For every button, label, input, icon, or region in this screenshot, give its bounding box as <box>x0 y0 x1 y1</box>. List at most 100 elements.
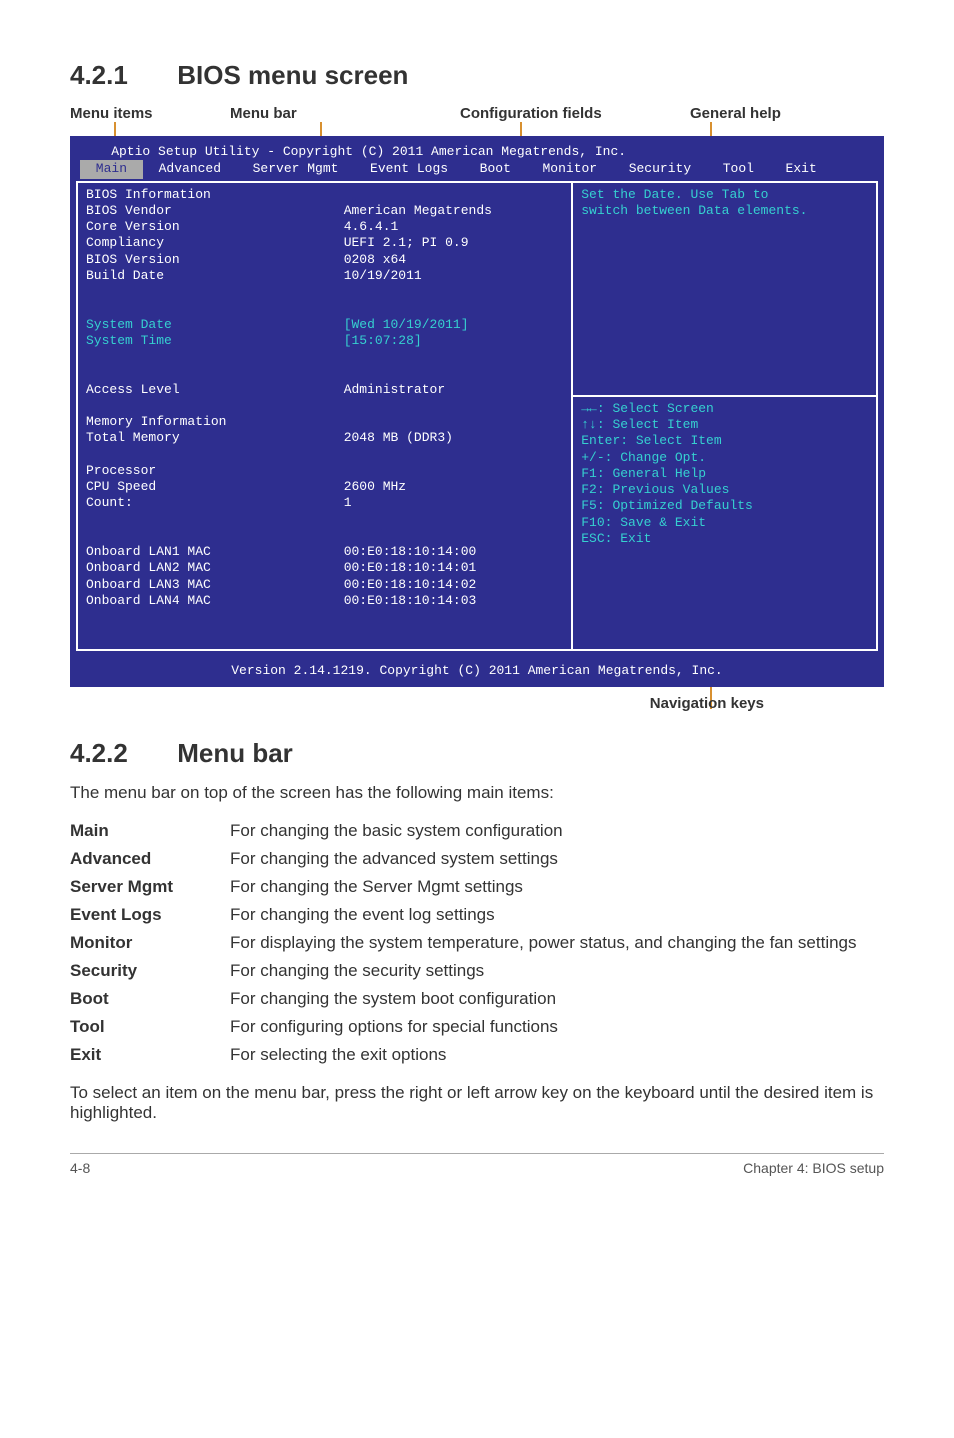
table-row: SecurityFor changing the security settin… <box>70 957 857 985</box>
callout-line-config <box>520 122 522 136</box>
bios-row-value <box>344 512 564 528</box>
help-nav-line: Enter: Select Item <box>581 433 868 449</box>
label-menu-bar: Menu bar <box>230 105 460 122</box>
menu-desc: For displaying the system temperature, p… <box>230 929 857 957</box>
bios-row-value <box>344 398 564 414</box>
section-title-2: Menu bar <box>177 738 293 768</box>
bios-row: BIOS Version0208 x64 <box>86 252 563 268</box>
menu-name: Exit <box>70 1041 230 1069</box>
bios-row-key: Build Date <box>86 268 344 284</box>
bios-row: System Time[15:07:28] <box>86 333 563 349</box>
bios-row-value: 2600 MHz <box>344 479 564 495</box>
outro-text: To select an item on the menu bar, press… <box>70 1083 884 1123</box>
table-row: Server MgmtFor changing the Server Mgmt … <box>70 873 857 901</box>
bios-tab-tool[interactable]: Tool <box>707 160 770 178</box>
bios-row <box>86 284 563 300</box>
callout-line-help <box>710 122 712 136</box>
bios-tab-bar: Main Advanced Server Mgmt Event Logs Boo… <box>76 160 878 180</box>
bios-left-panel: BIOS InformationBIOS VendorAmerican Mega… <box>76 181 573 652</box>
bios-row-key: BIOS Vendor <box>86 203 344 219</box>
bios-row <box>86 349 563 365</box>
bios-row-value <box>344 447 564 463</box>
section-num: 4.2.1 <box>70 60 170 91</box>
section-num-2: 4.2.2 <box>70 738 170 769</box>
table-row: Event LogsFor changing the event log set… <box>70 901 857 929</box>
callout-line-menubar <box>320 122 322 136</box>
bios-tab-monitor[interactable]: Monitor <box>527 160 613 178</box>
diagram-labels: Menu items Menu bar Configuration fields… <box>70 105 884 122</box>
bios-row: Count:1 <box>86 495 563 511</box>
bios-row: Access LevelAdministrator <box>86 382 563 398</box>
menu-desc: For configuring options for special func… <box>230 1013 857 1041</box>
bios-row-key: Access Level <box>86 382 344 398</box>
bios-row: Core Version4.6.4.1 <box>86 219 563 235</box>
help-nav-line: F10: Save & Exit <box>581 515 868 531</box>
help-nav-line: ESC: Exit <box>581 531 868 547</box>
bios-row: CPU Speed2600 MHz <box>86 479 563 495</box>
table-row: BootFor changing the system boot configu… <box>70 985 857 1013</box>
bios-row-key: BIOS Version <box>86 252 344 268</box>
bios-row: Build Date10/19/2011 <box>86 268 563 284</box>
bios-tab-security[interactable]: Security <box>613 160 707 178</box>
bios-row-key[interactable]: System Date <box>86 317 344 333</box>
bios-row-value: 10/19/2011 <box>344 268 564 284</box>
bios-tab-advanced[interactable]: Advanced <box>143 160 237 178</box>
bios-row-key: Memory Information <box>86 414 344 430</box>
menu-name: Main <box>70 817 230 845</box>
bios-row-value <box>344 284 564 300</box>
bios-tab-main[interactable]: Main <box>80 160 143 178</box>
menu-name: Advanced <box>70 845 230 873</box>
help-line: Set the Date. Use Tab to <box>581 187 868 203</box>
help-line: switch between Data elements. <box>581 203 868 219</box>
bios-row-key <box>86 365 344 381</box>
menu-desc: For changing the event log settings <box>230 901 857 929</box>
bios-row-value[interactable]: [Wed 10/19/2011] <box>344 317 564 333</box>
bios-row-value: 00:E0:18:10:14:00 <box>344 544 564 560</box>
bios-screen: Aptio Setup Utility - Copyright (C) 2011… <box>70 136 884 687</box>
bios-row <box>86 398 563 414</box>
section-heading-1: 4.2.1 BIOS menu screen <box>70 60 884 91</box>
bios-row-value: 1 <box>344 495 564 511</box>
menu-desc: For changing the security settings <box>230 957 857 985</box>
bios-help-top: Set the Date. Use Tab toswitch between D… <box>573 181 878 397</box>
bios-row-key: Total Memory <box>86 430 344 446</box>
bios-row-key[interactable]: System Time <box>86 333 344 349</box>
bios-row-value[interactable]: [15:07:28] <box>344 333 564 349</box>
bios-tab-boot[interactable]: Boot <box>464 160 527 178</box>
menu-desc: For changing the basic system configurat… <box>230 817 857 845</box>
bios-row-key <box>86 398 344 414</box>
bios-footer: Version 2.14.1219. Copyright (C) 2011 Am… <box>76 661 878 681</box>
bios-row-value: American Megatrends <box>344 203 564 219</box>
section-title: BIOS menu screen <box>177 60 408 90</box>
bios-row-key: Onboard LAN2 MAC <box>86 560 344 576</box>
menu-bar-table: MainFor changing the basic system config… <box>70 817 857 1069</box>
bios-tab-exit[interactable]: Exit <box>770 160 833 178</box>
menu-desc: For changing the system boot configurati… <box>230 985 857 1013</box>
table-row: ToolFor configuring options for special … <box>70 1013 857 1041</box>
table-row: AdvancedFor changing the advanced system… <box>70 845 857 873</box>
help-nav-line: F2: Previous Values <box>581 482 868 498</box>
bios-row-key: Onboard LAN4 MAC <box>86 593 344 609</box>
bios-row-value: Administrator <box>344 382 564 398</box>
menu-name: Boot <box>70 985 230 1013</box>
bios-row-value: 00:E0:18:10:14:01 <box>344 560 564 576</box>
bios-row-key: BIOS Information <box>86 187 344 203</box>
bios-tab-event-logs[interactable]: Event Logs <box>354 160 464 178</box>
section-heading-2: 4.2.2 Menu bar <box>70 738 884 769</box>
bios-row-value: 2048 MB (DDR3) <box>344 430 564 446</box>
menu-name: Security <box>70 957 230 985</box>
bios-row-key: Onboard LAN1 MAC <box>86 544 344 560</box>
bios-row: Onboard LAN2 MAC00:E0:18:10:14:01 <box>86 560 563 576</box>
bios-row-key: Compliancy <box>86 235 344 251</box>
table-row: ExitFor selecting the exit options <box>70 1041 857 1069</box>
bios-row: CompliancyUEFI 2.1; PI 0.9 <box>86 235 563 251</box>
bios-tab-server-mgmt[interactable]: Server Mgmt <box>237 160 354 178</box>
table-row: MainFor changing the basic system config… <box>70 817 857 845</box>
bios-row: BIOS VendorAmerican Megatrends <box>86 203 563 219</box>
bios-row-key <box>86 284 344 300</box>
label-general-help: General help <box>690 105 830 122</box>
footer-right: Chapter 4: BIOS setup <box>743 1160 884 1176</box>
bios-row-value: 4.6.4.1 <box>344 219 564 235</box>
bios-row <box>86 447 563 463</box>
bios-row <box>86 300 563 316</box>
